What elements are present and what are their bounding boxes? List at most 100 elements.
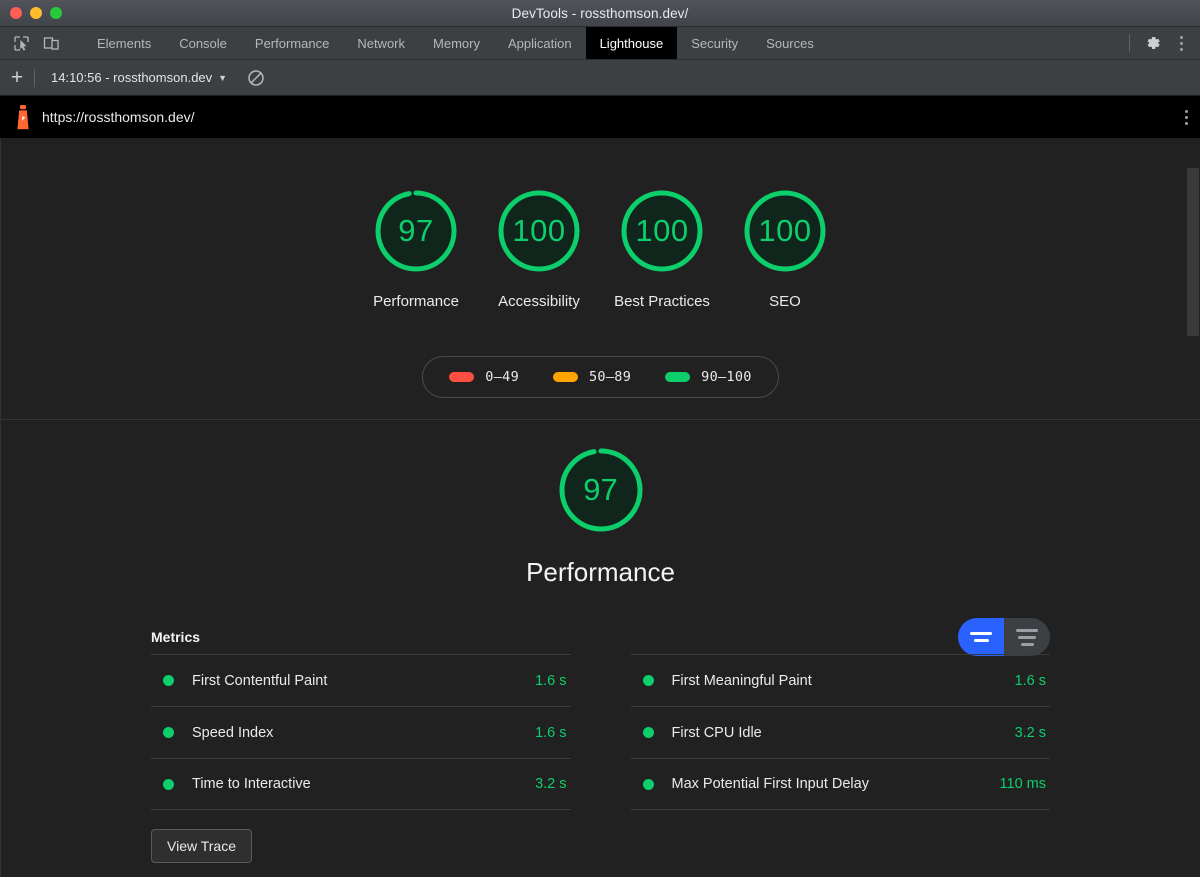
report-url: https://rossthomson.dev/ — [42, 109, 195, 125]
tab-console[interactable]: Console — [165, 27, 241, 59]
window-title: DevTools - rossthomson.dev/ — [511, 5, 689, 21]
report-scrollbar[interactable] — [1185, 138, 1200, 877]
no-entry-clear-icon — [248, 69, 264, 86]
devtools-kebab-menu-icon[interactable] — [1168, 30, 1194, 56]
metric-value: 3.2 s — [1014, 724, 1046, 741]
score-gauge-list: 97 Performance 100 Accessibility 100 Bes… — [1, 185, 1200, 314]
metric-row[interactable]: First CPU Idle 3.2 s — [630, 706, 1050, 758]
runbar-divider — [34, 68, 35, 87]
tab-lighthouse[interactable]: Lighthouse — [585, 27, 678, 59]
metrics-block: Metrics First Contentful Paint 1.6 s Spe… — [151, 618, 1050, 863]
tab-memory[interactable]: Memory — [419, 27, 494, 59]
report-kebab-menu-icon[interactable] — [1185, 109, 1188, 125]
gauge-value: 100 — [758, 213, 812, 248]
legend-swatch-red — [449, 372, 475, 382]
metric-row[interactable]: Speed Index 1.6 s — [151, 706, 571, 758]
gauge-label: Best Practices — [614, 293, 710, 310]
legend-item-pass: 90–100 — [665, 369, 752, 385]
kebab-dot — [1185, 115, 1188, 119]
lighthouse-runbar: + 14:10:56 - rossthomson.dev ▼ — [0, 60, 1200, 96]
maximize-window-button[interactable] — [50, 7, 62, 19]
kebab-dot — [1179, 35, 1183, 39]
toggle-line — [1020, 642, 1034, 646]
metric-row[interactable]: Max Potential First Input Delay 110 ms — [630, 758, 1050, 810]
metric-name: First Meaningful Paint — [671, 672, 812, 689]
metric-value: 3.2 s — [535, 776, 567, 792]
metric-row[interactable]: First Contentful Paint 1.6 s — [151, 654, 571, 706]
score-legend-wrapper: 0–49 50–89 90–100 — [1, 356, 1200, 398]
metric-name: First Contentful Paint — [192, 672, 328, 689]
minimize-window-button[interactable] — [30, 7, 42, 19]
gear-icon[interactable] — [1140, 30, 1166, 56]
kebab-dot — [1179, 47, 1183, 51]
tab-label: Sources — [766, 35, 814, 51]
performance-category-section: 97 Performance Metrics First Contentful … — [1, 420, 1200, 863]
status-pass-icon — [163, 727, 174, 738]
tab-label: Console — [179, 35, 227, 51]
status-pass-icon — [642, 675, 654, 686]
metric-name: Speed Index — [192, 724, 274, 741]
devtools-tabbar: Elements Console Performance Network Mem… — [0, 27, 1200, 60]
score-gauge-performance[interactable]: 97 Performance — [355, 185, 478, 314]
gauge-label: SEO — [769, 293, 801, 310]
legend-item-average: 50–89 — [553, 369, 631, 385]
status-pass-icon — [163, 675, 174, 686]
report-selector[interactable]: 14:10:56 - rossthomson.dev ▼ — [51, 70, 227, 85]
tab-label: Application — [507, 35, 572, 51]
metric-row[interactable]: Time to Interactive 3.2 s — [151, 758, 571, 810]
tab-label: Elements — [97, 35, 152, 51]
chevron-down-icon: ▼ — [218, 72, 228, 83]
score-gauge-best-practices[interactable]: 100 Best Practices — [601, 185, 724, 314]
metric-name: Time to Interactive — [192, 776, 311, 792]
kebab-dot — [1185, 109, 1188, 113]
metric-value: 110 ms — [999, 776, 1046, 792]
legend-label: 50–89 — [589, 369, 632, 385]
gauge-value: 97 — [398, 213, 434, 248]
view-trace-button[interactable]: View Trace — [151, 829, 252, 863]
legend-item-fail: 0–49 — [449, 369, 519, 385]
report-scrollbar-thumb[interactable] — [1187, 168, 1199, 336]
metrics-heading: Metrics — [151, 629, 201, 645]
window-controls[interactable] — [0, 7, 62, 19]
simple-view-icon[interactable] — [958, 618, 1004, 656]
devtools-tool-icons — [0, 27, 83, 59]
metric-value: 1.6 s — [535, 672, 567, 689]
new-report-button[interactable]: + — [0, 67, 34, 88]
score-gauge-seo[interactable]: 100 SEO — [724, 185, 847, 314]
tab-performance[interactable]: Performance — [241, 27, 343, 59]
gauge-label: Accessibility — [498, 293, 580, 310]
metrics-header: Metrics — [151, 618, 1050, 656]
view-trace-wrapper: View Trace — [151, 829, 1050, 863]
tab-sources[interactable]: Sources — [752, 27, 828, 59]
tab-network[interactable]: Network — [343, 27, 419, 59]
tab-label: Security — [691, 35, 739, 51]
performance-gauge-value: 97 — [583, 472, 618, 507]
status-pass-icon — [163, 778, 174, 790]
tab-application[interactable]: Application — [494, 27, 586, 59]
score-legend: 0–49 50–89 90–100 — [422, 356, 779, 398]
metric-row[interactable]: First Meaningful Paint 1.6 s — [630, 654, 1050, 706]
tab-label: Performance — [254, 35, 330, 51]
inspect-cursor-icon[interactable] — [8, 30, 34, 56]
clear-reports-button[interactable] — [247, 69, 265, 87]
toggle-line — [970, 632, 992, 635]
tab-label: Memory — [433, 35, 480, 51]
legend-swatch-orange — [553, 372, 578, 382]
status-pass-icon — [642, 778, 654, 790]
tab-security[interactable]: Security — [677, 27, 752, 59]
report-selector-label: 14:10:56 - rossthomson.dev — [51, 70, 213, 85]
tab-elements[interactable]: Elements — [83, 27, 165, 59]
device-toolbar-icon[interactable] — [38, 30, 64, 56]
metric-value: 1.6 s — [535, 724, 567, 741]
detail-view-icon[interactable] — [1004, 618, 1050, 656]
gauge-ring: 97 — [370, 185, 462, 277]
window-titlebar: DevTools - rossthomson.dev/ — [0, 0, 1200, 27]
gauge-ring: 100 — [493, 185, 585, 277]
score-gauge-accessibility[interactable]: 100 Accessibility — [478, 185, 601, 314]
metric-value: 1.6 s — [1014, 672, 1046, 689]
close-window-button[interactable] — [10, 7, 22, 19]
metrics-view-toggle[interactable] — [958, 618, 1050, 656]
toggle-line — [1018, 635, 1036, 639]
tab-label: Network — [357, 35, 406, 51]
lighthouse-icon — [10, 104, 36, 130]
